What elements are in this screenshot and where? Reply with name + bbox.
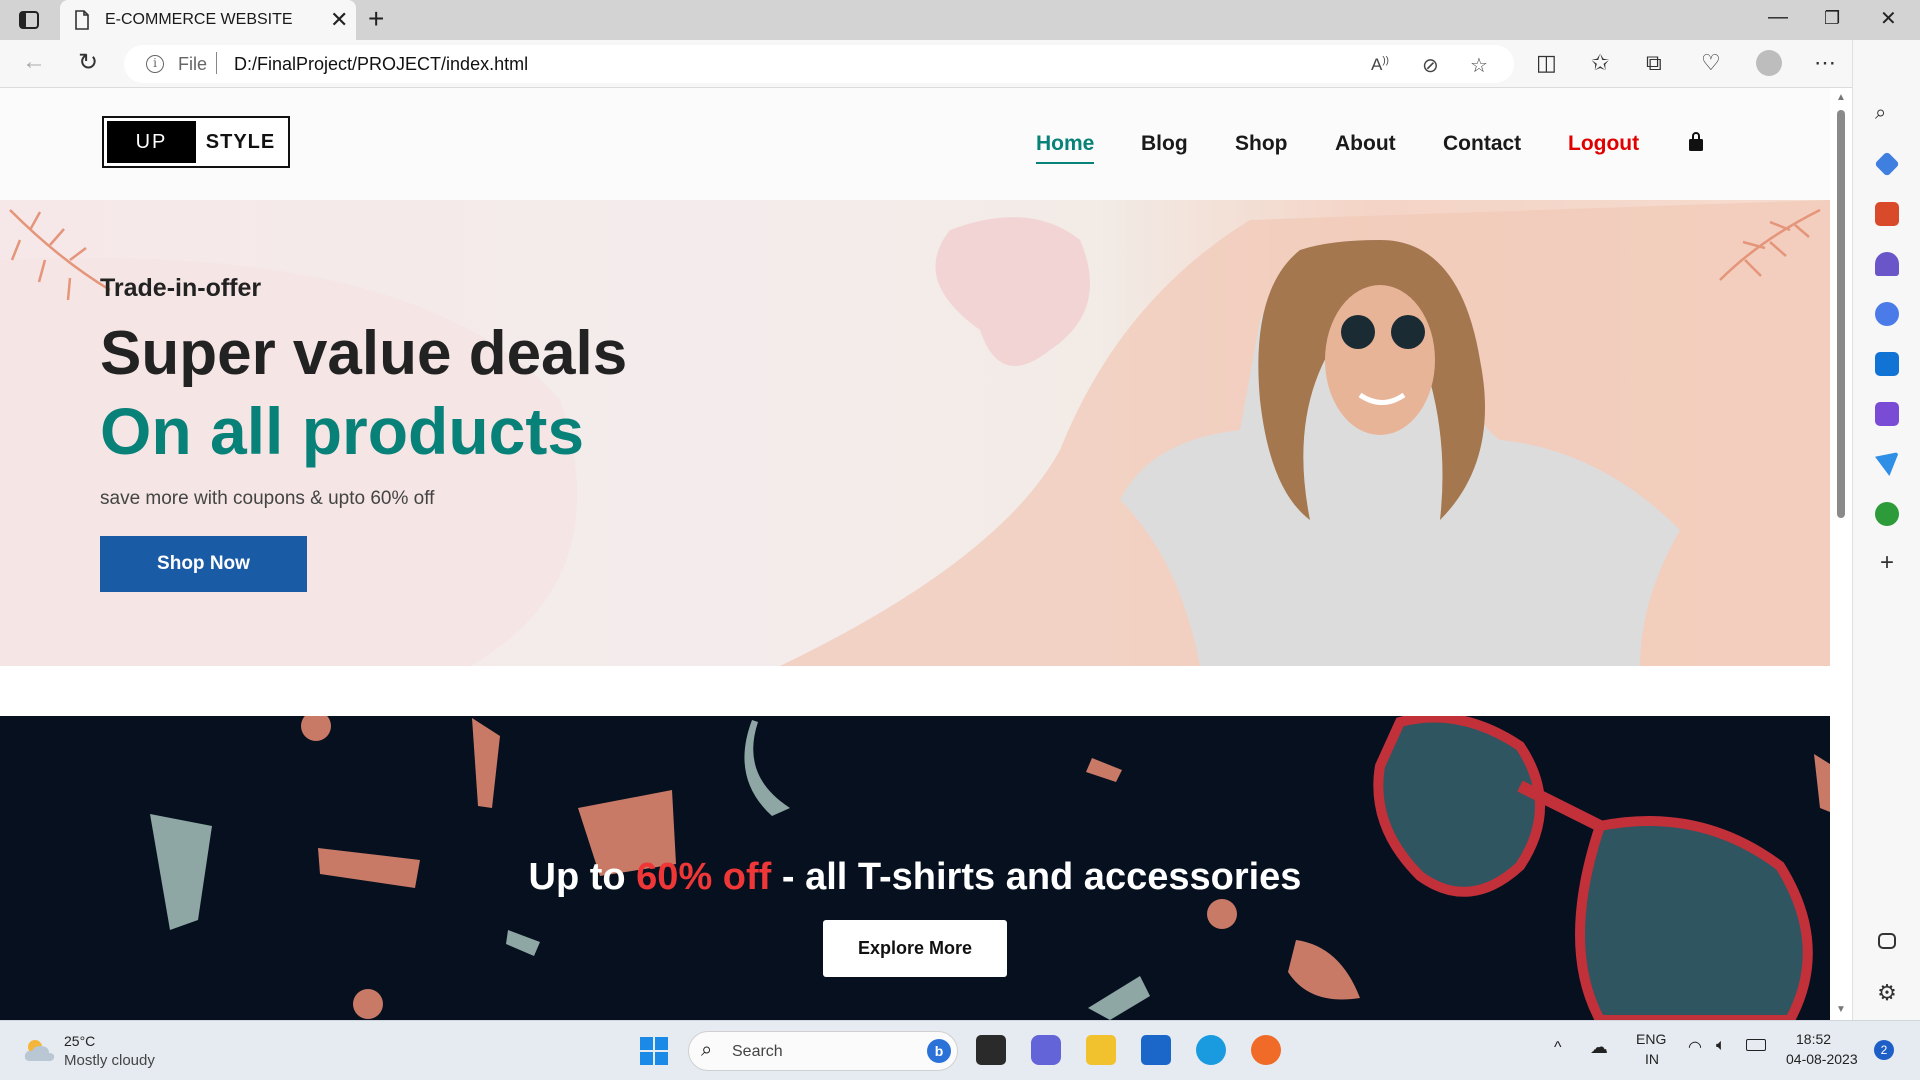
scroll-thumb[interactable]	[1837, 110, 1845, 518]
search-icon[interactable]: ⌕	[1875, 102, 1899, 126]
nav-shop[interactable]: Shop	[1235, 132, 1288, 156]
language-bottom[interactable]: IN	[1645, 1051, 1659, 1067]
page-viewport: UP STYLE Home Blog Shop About Contact Lo…	[0, 88, 1830, 1020]
teams-chat-icon[interactable]	[1031, 1035, 1061, 1065]
shop-now-button[interactable]: Shop Now	[100, 536, 307, 592]
nav-about[interactable]: About	[1335, 132, 1396, 156]
new-tab-icon[interactable]: +	[368, 3, 384, 35]
collections-icon[interactable]: ⧉	[1646, 50, 1662, 76]
tab-bar: E-COMMERCE WEBSITE ✕ + — ❐ ✕	[0, 0, 1920, 40]
file-explorer-icon[interactable]	[1086, 1035, 1116, 1065]
nav-logout[interactable]: Logout	[1568, 132, 1639, 156]
microsoft-365-icon[interactable]	[1875, 302, 1899, 326]
tree-icon[interactable]	[1875, 502, 1899, 526]
more-options-icon[interactable]: ⋯	[1814, 50, 1836, 76]
logo-part-style: STYLE	[205, 131, 276, 153]
favorite-star-icon[interactable]: ☆	[1470, 53, 1488, 78]
close-tab-icon[interactable]: ✕	[330, 7, 348, 33]
url-text[interactable]: D:/FinalProject/PROJECT/index.html	[234, 54, 528, 75]
edge-sidebar: ⌕ + ⚙	[1852, 40, 1920, 1020]
games-icon[interactable]	[1875, 252, 1899, 276]
scroll-up-icon[interactable]: ▲	[1836, 92, 1846, 103]
edge-browser-icon[interactable]	[1196, 1035, 1226, 1065]
hero-subtitle: save more with coupons & upto 60% off	[100, 488, 435, 509]
favorites-icon[interactable]: ✩	[1591, 50, 1609, 76]
promo-banner: Up to 60% off - all T-shirts and accesso…	[0, 716, 1830, 1020]
window-close-icon[interactable]: ✕	[1880, 6, 1897, 31]
tracking-prevention-icon[interactable]: ⊘	[1422, 53, 1439, 78]
outlook-icon[interactable]	[1875, 352, 1899, 376]
windows-taskbar: 25°C Mostly cloudy ⌕ Search b ^ ☁ ENG IN…	[0, 1020, 1920, 1080]
task-view-icon[interactable]	[976, 1035, 1006, 1065]
protocol-label: File	[178, 54, 208, 74]
site-header: UP STYLE Home Blog Shop About Contact Lo…	[0, 88, 1830, 200]
weather-cloud-icon[interactable]	[22, 1037, 56, 1063]
clock-date[interactable]: 04-08-2023	[1786, 1051, 1858, 1067]
banner-title-highlight: 60% off	[636, 856, 772, 898]
wifi-icon[interactable]: ◠	[1688, 1037, 1702, 1057]
address-toolbar: ← ↻ i File D:/FinalProject/PROJECT/index…	[0, 40, 1920, 88]
onedrive-cloud-icon[interactable]: ☁	[1590, 1037, 1608, 1058]
banner-title-post: - all T-shirts and accessories	[771, 856, 1302, 898]
clock-time[interactable]: 18:52	[1796, 1031, 1831, 1047]
drop-icon[interactable]	[1875, 452, 1899, 476]
battery-icon[interactable]	[1746, 1039, 1766, 1051]
shopping-bag-icon[interactable]	[1688, 132, 1704, 152]
firefox-icon[interactable]	[1251, 1035, 1281, 1065]
taskbar-search-label: Search	[732, 1043, 783, 1060]
nav-blog[interactable]: Blog	[1141, 132, 1188, 156]
search-icon: ⌕	[701, 1039, 713, 1061]
hero-headline: Super value deals	[100, 319, 628, 388]
explore-more-button[interactable]: Explore More	[823, 920, 1007, 977]
hero-headline-accent: On all products	[100, 394, 585, 468]
taskbar-search-box[interactable]: ⌕ Search b	[688, 1031, 958, 1071]
windows-start-icon[interactable]	[640, 1037, 668, 1065]
shopping-tag-icon[interactable]	[1874, 151, 1900, 177]
tools-icon[interactable]	[1875, 202, 1899, 226]
split-screen-icon[interactable]: ◫	[1536, 50, 1557, 76]
hero-kicker: Trade-in-offer	[100, 274, 262, 302]
nav-contact[interactable]: Contact	[1443, 132, 1521, 156]
site-info-icon[interactable]: i	[146, 55, 164, 73]
designer-icon[interactable]	[1875, 402, 1899, 426]
hero-section: Trade-in-offer Super value deals On all …	[0, 200, 1830, 666]
scroll-down-icon[interactable]: ▼	[1836, 1004, 1846, 1015]
bing-icon: b	[927, 1039, 951, 1063]
banner-title-pre: Up to	[528, 856, 637, 898]
add-icon[interactable]: +	[1875, 551, 1899, 576]
hide-sidebar-icon[interactable]	[1878, 933, 1896, 949]
document-icon	[75, 10, 89, 30]
address-separator	[216, 52, 217, 74]
browser-essentials-icon[interactable]: ♡	[1701, 50, 1721, 76]
settings-gear-icon[interactable]: ⚙	[1875, 980, 1899, 1005]
tab-actions-icon[interactable]	[18, 9, 40, 31]
language-top[interactable]: ENG	[1636, 1031, 1666, 1047]
weather-description[interactable]: Mostly cloudy	[64, 1052, 155, 1069]
notification-badge[interactable]: 2	[1874, 1040, 1894, 1060]
nav-home[interactable]: Home	[1036, 132, 1095, 164]
page-scrollbar[interactable]: ▲ ▼	[1830, 88, 1852, 1020]
tab-title: E-COMMERCE WEBSITE	[105, 11, 293, 28]
profile-avatar[interactable]	[1756, 50, 1782, 76]
refresh-icon[interactable]: ↻	[78, 48, 98, 77]
back-icon[interactable]: ←	[22, 48, 46, 76]
banner-title: Up to 60% off - all T-shirts and accesso…	[0, 856, 1830, 899]
site-logo[interactable]: UP STYLE	[102, 116, 290, 168]
logo-part-up: UP	[107, 121, 196, 163]
show-hidden-icons-icon[interactable]: ^	[1554, 1039, 1562, 1057]
weather-temperature[interactable]: 25°C	[64, 1033, 95, 1049]
read-aloud-icon[interactable]: A))	[1371, 55, 1389, 75]
microsoft-store-icon[interactable]	[1141, 1035, 1171, 1065]
address-field[interactable]: i File D:/FinalProject/PROJECT/index.htm…	[124, 45, 1514, 83]
volume-icon[interactable]: 🔈︎	[1716, 1037, 1726, 1055]
restore-icon[interactable]: ❐	[1824, 8, 1840, 29]
minimize-icon[interactable]: —	[1768, 6, 1788, 29]
